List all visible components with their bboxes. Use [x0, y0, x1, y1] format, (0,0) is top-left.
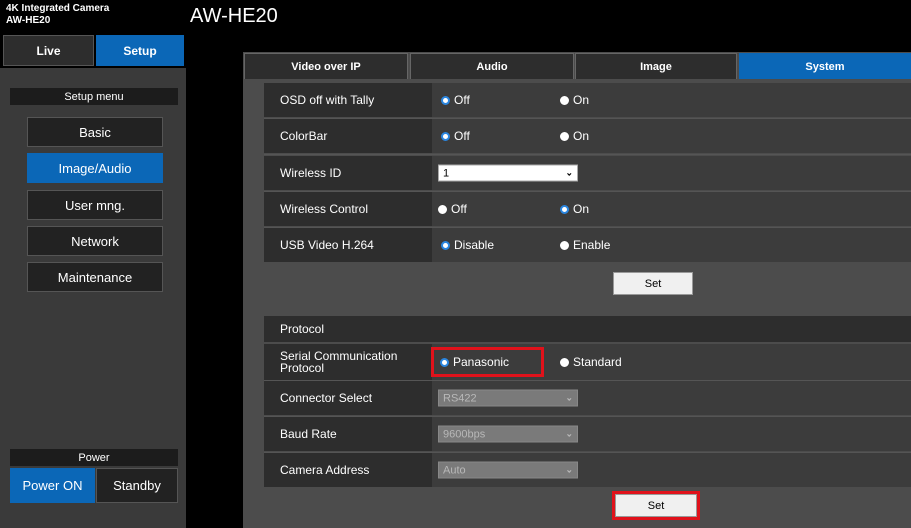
radio-selected-icon	[560, 204, 569, 214]
wireless-control-label: Wireless Control	[264, 192, 432, 226]
colorbar-value: Off On	[432, 119, 911, 153]
colorbar-label: ColorBar	[264, 119, 432, 153]
connector-select-value: RS422 ⌄	[432, 381, 911, 415]
colorbar-off-radio[interactable]: Off	[441, 129, 470, 143]
radio-selected-icon	[441, 95, 450, 105]
usb-video-enable-radio[interactable]: Enable	[560, 238, 610, 252]
serial-protocol-label-line2: Protocol	[280, 361, 325, 375]
radio-unselected-icon	[560, 240, 569, 250]
camera-model: AW-HE20	[6, 15, 51, 26]
usb-video-enable-label: Enable	[573, 238, 611, 252]
sidebar-item-basic[interactable]: Basic	[27, 117, 163, 147]
wireless-id-select[interactable]: 1 ⌄	[438, 164, 578, 182]
wireless-control-off-radio[interactable]: Off	[438, 202, 467, 216]
chevron-down-icon: ⌄	[565, 428, 573, 439]
osd-off-radio[interactable]: Off	[441, 93, 470, 107]
tab-system[interactable]: System	[739, 53, 911, 79]
sidebar-item-maintenance[interactable]: Maintenance	[27, 262, 163, 292]
sidebar-item-image-audio[interactable]: Image/Audio	[27, 153, 163, 183]
tab-video-over-ip[interactable]: Video over IP	[244, 53, 408, 79]
tab-audio[interactable]: Audio	[410, 53, 574, 79]
baud-rate-value: 9600bps ⌄	[432, 417, 911, 451]
wireless-id-label: Wireless ID	[264, 156, 432, 190]
chevron-down-icon: ⌄	[565, 167, 573, 178]
serial-standard-radio[interactable]: Standard	[560, 355, 622, 369]
usb-video-disable-label: Disable	[454, 238, 495, 252]
radio-unselected-icon	[438, 204, 447, 214]
colorbar-on-radio[interactable]: On	[560, 129, 589, 143]
usb-video-value: Disable Enable	[432, 228, 911, 262]
baud-rate-label: Baud Rate	[264, 417, 432, 451]
colorbar-off-label: Off	[454, 129, 470, 143]
standby-button[interactable]: Standby	[96, 468, 178, 503]
wireless-control-on-label: On	[573, 202, 590, 216]
power-header: Power	[10, 449, 178, 466]
row-divider	[264, 154, 911, 155]
baud-rate-selected: 9600bps	[443, 428, 486, 440]
radio-unselected-icon	[560, 131, 569, 141]
page-title: AW-HE20	[190, 5, 278, 27]
wireless-control-off-label: Off	[451, 202, 467, 216]
osd-on-label: On	[573, 93, 590, 107]
tab-image[interactable]: Image	[575, 53, 737, 79]
tab-setup[interactable]: Setup	[96, 35, 184, 66]
camera-address-dropdown[interactable]: Auto ⌄	[438, 461, 578, 479]
serial-panasonic-label: Panasonic	[453, 355, 510, 369]
radio-unselected-icon	[560, 357, 569, 367]
serial-protocol-value: Panasonic Standard	[430, 344, 911, 380]
wireless-id-value: 1 ⌄	[432, 156, 911, 190]
sidebar-item-network[interactable]: Network	[27, 226, 163, 256]
connector-select-dropdown[interactable]: RS422 ⌄	[438, 389, 578, 407]
radio-unselected-icon	[560, 95, 569, 105]
camera-address-label: Camera Address	[264, 453, 432, 487]
osd-on-radio[interactable]: On	[560, 93, 589, 107]
osd-off-with-tally-value: Off On	[432, 83, 911, 117]
tab-live[interactable]: Live	[3, 35, 94, 66]
radio-selected-icon	[441, 131, 450, 141]
sidebar-item-user-mng[interactable]: User mng.	[27, 190, 163, 220]
protocol-header: Protocol	[264, 316, 911, 342]
chevron-down-icon: ⌄	[565, 392, 573, 403]
usb-video-label: USB Video H.264	[264, 228, 432, 262]
setup-menu-header: Setup menu	[10, 88, 178, 105]
radio-selected-icon	[440, 357, 449, 367]
serial-panasonic-radio[interactable]: Panasonic	[430, 347, 545, 377]
set-button-system[interactable]: Set	[613, 272, 693, 295]
serial-standard-label: Standard	[573, 355, 622, 369]
camera-address-value: Auto ⌄	[432, 453, 911, 487]
radio-selected-icon	[441, 240, 450, 250]
chevron-down-icon: ⌄	[565, 464, 573, 475]
camera-type: 4K Integrated Camera	[6, 3, 110, 14]
connector-selected: RS422	[443, 392, 477, 404]
serial-protocol-label: Serial Communication Protocol	[264, 344, 432, 380]
set-button-protocol[interactable]: Set	[612, 491, 700, 520]
colorbar-on-label: On	[573, 129, 590, 143]
wireless-control-on-radio[interactable]: On	[560, 202, 589, 216]
baud-rate-dropdown[interactable]: 9600bps ⌄	[438, 425, 578, 443]
power-on-button[interactable]: Power ON	[10, 468, 95, 503]
wireless-control-value: Off On	[432, 192, 911, 226]
camera-info: 4K Integrated Camera AW-HE20	[6, 3, 109, 27]
osd-off-with-tally-label: OSD off with Tally	[264, 83, 432, 117]
osd-off-label: Off	[454, 93, 470, 107]
camera-address-selected: Auto	[443, 464, 466, 476]
wireless-id-selected: 1	[443, 167, 450, 179]
usb-video-disable-radio[interactable]: Disable	[441, 238, 494, 252]
connector-select-label: Connector Select	[264, 381, 432, 415]
